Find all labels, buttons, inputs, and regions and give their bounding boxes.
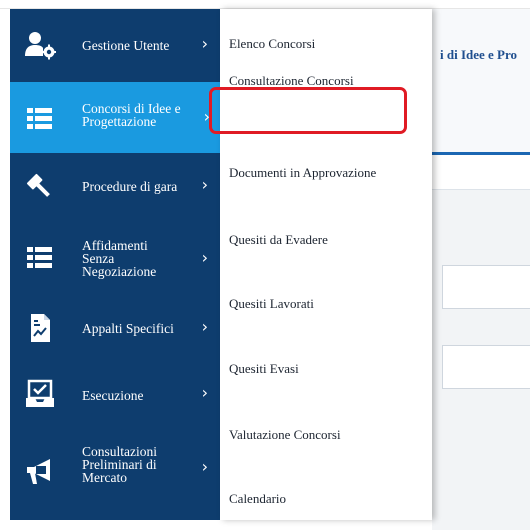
menu-item-affidamenti[interactable]: Affidamenti Senza Negoziazione ›	[10, 219, 220, 295]
chevron-right-icon: ›	[201, 248, 208, 267]
chevron-right-icon: ›	[201, 175, 208, 194]
main-menu: Gestione Utente › Concorsi di Idee e Pro…	[10, 9, 220, 520]
document-chart-icon	[24, 312, 56, 344]
background-tab-title[interactable]: i di Idee e Pro	[440, 47, 517, 63]
submenu-item-calendario[interactable]: Calendario	[229, 491, 286, 507]
submenu-item-quesiti-lavorati[interactable]: Quesiti Lavorati	[229, 296, 314, 312]
submenu-item-documenti-in-approvazione[interactable]: Documenti in Approvazione	[229, 165, 376, 181]
megaphone-icon	[24, 455, 56, 487]
menu-label: Consultazioni Preliminari di Mercato	[82, 444, 157, 485]
background-field[interactable]	[442, 265, 530, 309]
submenu-concorsi: Elenco Concorsi Consultazione Concorsi D…	[220, 9, 432, 520]
chevron-right-icon: ›	[201, 457, 208, 476]
submenu-item-quesiti-da-evadere[interactable]: Quesiti da Evadere	[229, 232, 328, 248]
menu-label: Esecuzione	[82, 388, 144, 403]
list-icon	[24, 243, 56, 275]
submenu-item-valutazione-concorsi[interactable]: Valutazione Concorsi	[229, 427, 341, 443]
menu-label: Affidamenti Senza Negoziazione	[82, 238, 157, 279]
menu-label: Procedure di gara	[82, 179, 178, 194]
highlight-annotation	[209, 87, 407, 134]
background-content	[432, 189, 530, 530]
submenu-item-elenco-concorsi[interactable]: Elenco Concorsi	[229, 36, 315, 52]
menu-item-gestione-utente[interactable]: Gestione Utente ›	[10, 9, 220, 82]
menu-item-procedure-di-gara[interactable]: Procedure di gara ›	[10, 153, 220, 219]
chevron-right-icon: ›	[201, 317, 208, 336]
menu-item-esecuzione[interactable]: Esecuzione ›	[10, 361, 220, 427]
list-icon	[24, 104, 56, 136]
background-field[interactable]	[442, 345, 530, 389]
user-gear-icon	[24, 29, 57, 61]
top-edge	[0, 0, 530, 9]
background-header: i di Idee e Pro	[432, 9, 530, 152]
menu-label: Gestione Utente	[82, 38, 170, 53]
background-page: i di Idee e Pro	[432, 9, 530, 530]
chevron-right-icon: ›	[201, 34, 208, 53]
background-tab-underline	[432, 152, 530, 155]
menu-item-consultazioni-preliminari[interactable]: Consultazioni Preliminari di Mercato ›	[10, 427, 220, 520]
menu-item-concorsi-di-idee[interactable]: Concorsi di Idee e Progettazione ›	[10, 82, 220, 153]
inbox-check-icon	[24, 378, 56, 410]
menu-label: Concorsi di Idee e Progettazione	[82, 101, 181, 129]
gavel-icon	[24, 171, 56, 203]
submenu-item-quesiti-evasi[interactable]: Quesiti Evasi	[229, 361, 299, 377]
chevron-right-icon: ›	[201, 383, 208, 402]
menu-item-appalti-specifici[interactable]: Appalti Specifici ›	[10, 295, 220, 361]
menu-label: Appalti Specifici	[82, 321, 174, 336]
